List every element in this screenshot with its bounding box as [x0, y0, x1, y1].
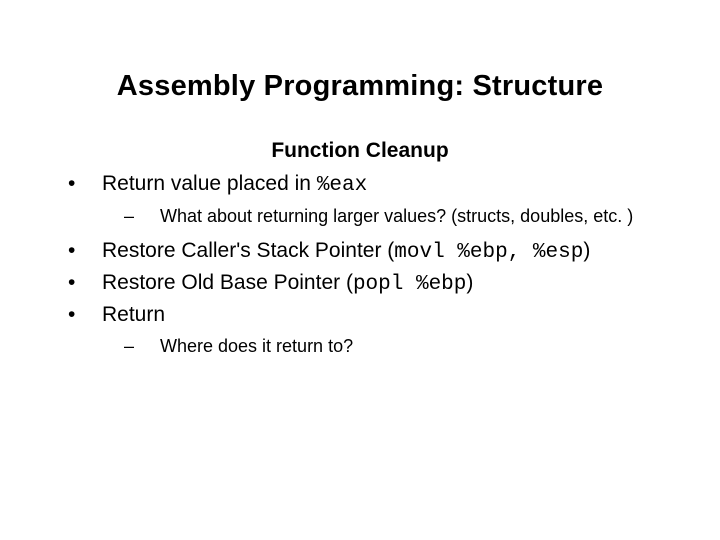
slide-title: Assembly Programming: Structure [60, 70, 660, 103]
bullet-level1: • Return value placed in %eax [66, 171, 660, 199]
bullet-level1: • Return [66, 302, 660, 328]
code-run: popl %ebp [353, 273, 466, 296]
slide: Assembly Programming: Structure Function… [0, 0, 720, 357]
bullet-dot-icon: • [66, 270, 102, 296]
bullet-dash-icon: – [124, 205, 160, 228]
bullet-text: Restore Caller's Stack Pointer (movl %eb… [102, 238, 660, 266]
text-run: Restore Old Base Pointer ( [102, 271, 353, 294]
bullet-text: Return [102, 302, 660, 328]
bullet-text: Return value placed in %eax [102, 171, 660, 199]
bullet-level1: • Restore Old Base Pointer (popl %ebp) [66, 270, 660, 298]
section-subtitle: Function Cleanup [60, 139, 660, 163]
bullet-dot-icon: • [66, 238, 102, 264]
text-run: Return value placed in [102, 172, 317, 195]
bullet-dot-icon: • [66, 302, 102, 328]
bullet-level2: – Where does it return to? [124, 335, 660, 358]
text-run: Restore Caller's Stack Pointer ( [102, 239, 394, 262]
bullet-text: Where does it return to? [160, 335, 660, 358]
code-run: movl %ebp, %esp [394, 241, 583, 264]
bullet-level1: • Restore Caller's Stack Pointer (movl %… [66, 238, 660, 266]
text-run: ) [583, 239, 590, 262]
bullet-dash-icon: – [124, 335, 160, 358]
bullet-dot-icon: • [66, 171, 102, 197]
code-run: %eax [317, 174, 367, 197]
bullet-text: What about returning larger values? (str… [160, 205, 660, 228]
bullet-text: Restore Old Base Pointer (popl %ebp) [102, 270, 660, 298]
text-run: ) [466, 271, 473, 294]
bullet-level2: – What about returning larger values? (s… [124, 205, 660, 228]
